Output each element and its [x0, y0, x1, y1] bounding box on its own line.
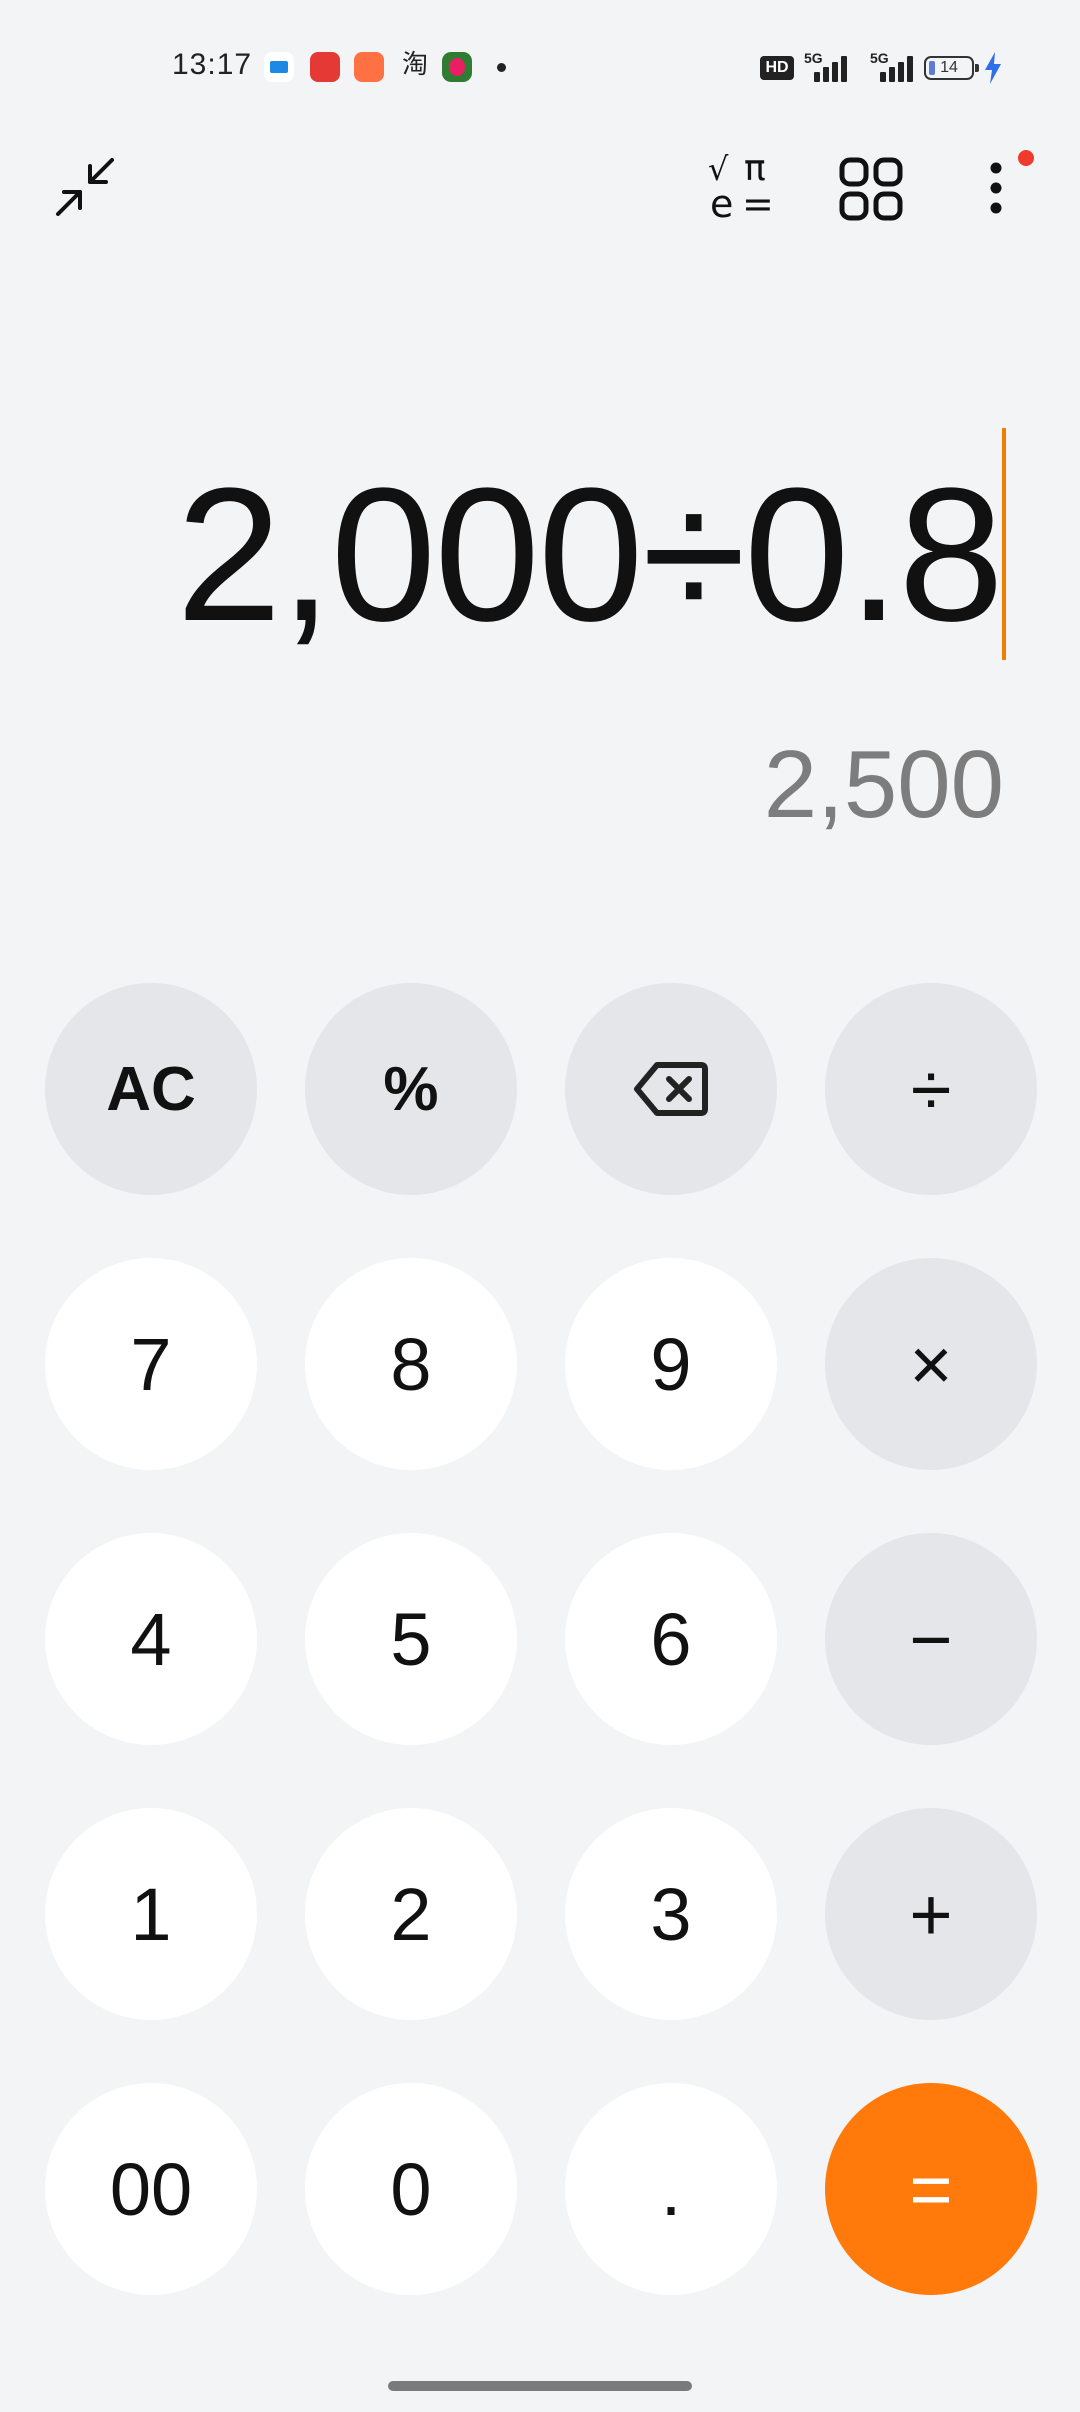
- taobao-app-icon: 淘: [401, 50, 428, 80]
- expression-display[interactable]: 2,000÷0.8: [176, 455, 1004, 655]
- status-time: 13:17: [172, 48, 253, 81]
- digit-1-button[interactable]: 1: [45, 1808, 257, 2020]
- scientific-mode-button[interactable]: √ π e =: [700, 148, 780, 228]
- backspace-icon: [634, 1062, 708, 1116]
- digit-2-button[interactable]: 2: [305, 1808, 517, 2020]
- backspace-button[interactable]: [565, 983, 777, 1195]
- scientific-mode-icon: √ π e =: [708, 148, 774, 226]
- digit-5-button[interactable]: 5: [305, 1533, 517, 1745]
- unit-converter-button[interactable]: [830, 148, 910, 228]
- clear-button[interactable]: AC: [45, 983, 257, 1195]
- digit-6-button[interactable]: 6: [565, 1533, 777, 1745]
- digit-3-button[interactable]: 3: [565, 1808, 777, 2020]
- home-indicator[interactable]: [388, 2381, 692, 2391]
- more-vertical-icon: [990, 162, 1002, 214]
- update-badge: [1018, 150, 1034, 166]
- plus-button[interactable]: +: [825, 1808, 1037, 2020]
- minus-button[interactable]: −: [825, 1533, 1037, 1745]
- decimal-button[interactable]: .: [565, 2083, 777, 2295]
- fruit-app-icon: [442, 52, 472, 82]
- digit-4-button[interactable]: 4: [45, 1533, 257, 1745]
- digit-8-button[interactable]: 8: [305, 1258, 517, 1470]
- digit-9-button[interactable]: 9: [565, 1258, 777, 1470]
- collapse-arrows-icon: [56, 158, 114, 216]
- result-preview: 2,500: [763, 731, 1004, 838]
- more-notifications-icon: [497, 63, 506, 72]
- text-cursor: [1002, 428, 1006, 660]
- battery-icon: 14: [924, 56, 979, 80]
- more-options-button[interactable]: [966, 148, 1026, 228]
- red-app-icon: [310, 52, 340, 82]
- equals-button[interactable]: =: [825, 2083, 1037, 2295]
- hd-voice-icon: HD: [760, 56, 794, 80]
- multiply-button[interactable]: ×: [825, 1258, 1037, 1470]
- grid-converter-icon: [839, 157, 903, 221]
- digit-0-button[interactable]: 0: [305, 2083, 517, 2295]
- battery-level: 14: [940, 59, 958, 76]
- signal-strength-1-icon: 5G: [804, 50, 852, 82]
- status-bar: 13:17 淘 HD 5G 5G 14: [0, 0, 1080, 140]
- charging-icon: [985, 52, 1001, 84]
- signal-strength-2-icon: 5G: [870, 50, 918, 82]
- divide-button[interactable]: ÷: [825, 983, 1037, 1195]
- percent-button[interactable]: %: [305, 983, 517, 1195]
- collapse-button[interactable]: [50, 152, 120, 222]
- orange-app-icon: [354, 52, 384, 82]
- message-app-icon: [264, 52, 294, 82]
- double-zero-button[interactable]: 00: [45, 2083, 257, 2295]
- digit-7-button[interactable]: 7: [45, 1258, 257, 1470]
